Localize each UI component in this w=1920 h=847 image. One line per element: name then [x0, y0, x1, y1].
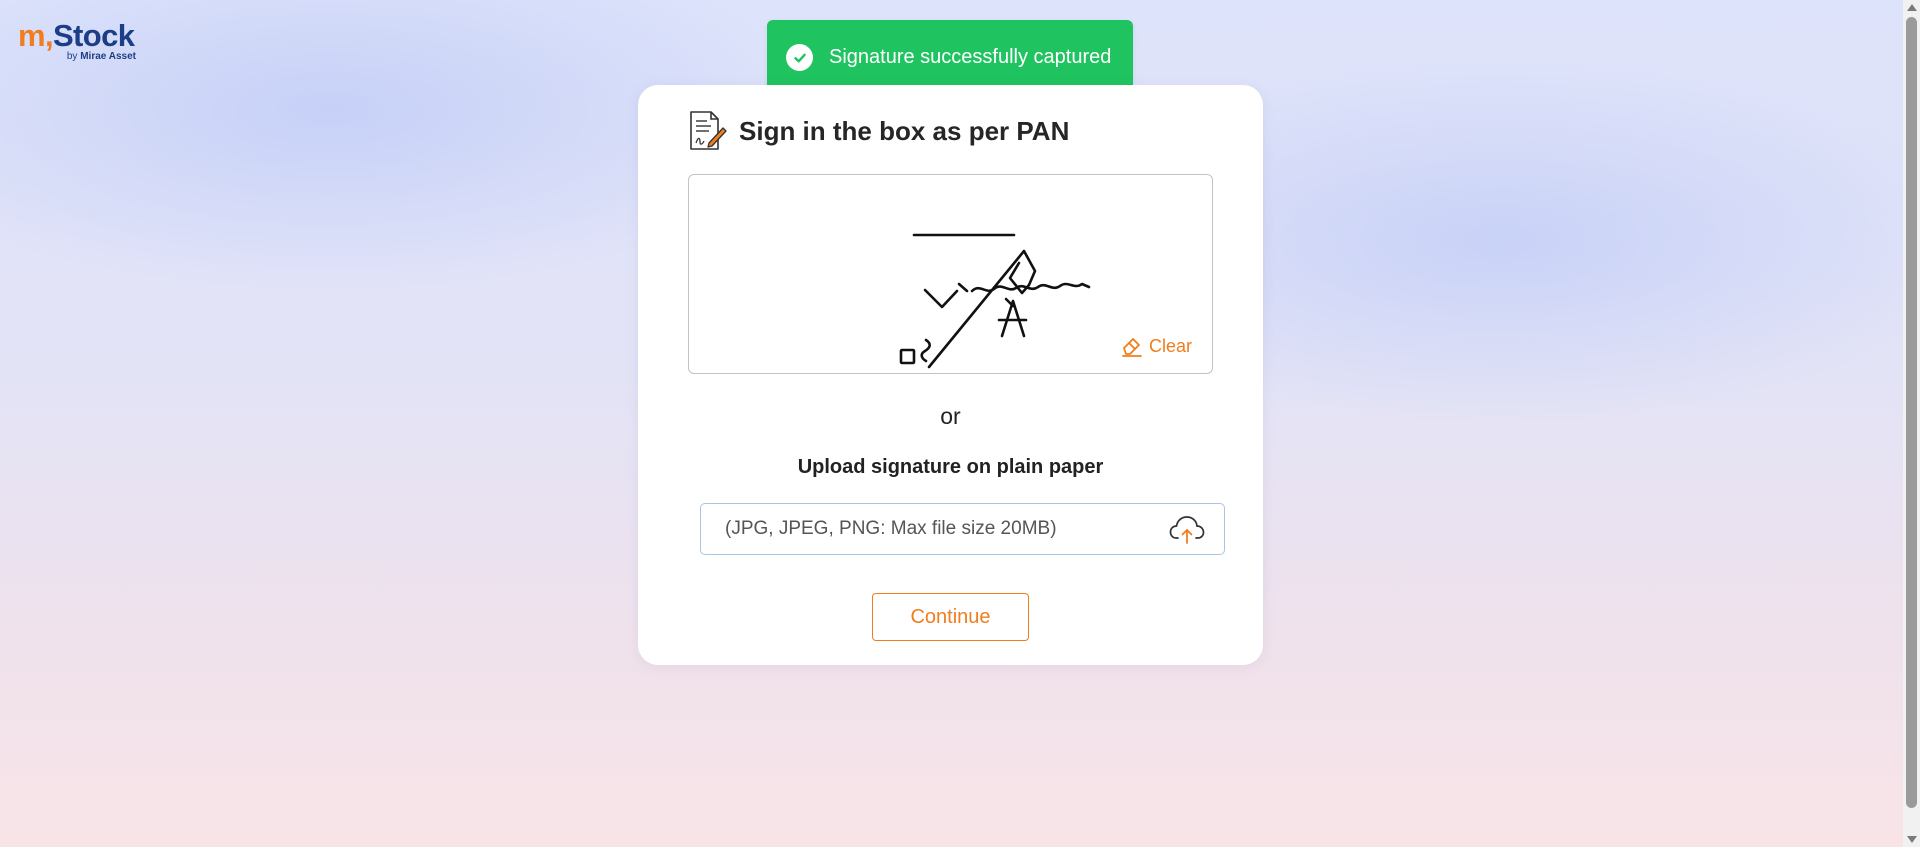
logo-prefix: m	[18, 18, 46, 53]
clear-button[interactable]: Clear	[1121, 335, 1192, 357]
signature-card: Sign in the box as per PAN Clear or Uplo…	[638, 85, 1263, 665]
document-pen-icon	[687, 110, 727, 152]
mstock-logo: m,Stock by Mirae Asset	[18, 20, 142, 64]
logo-subtitle: by Mirae Asset	[67, 51, 136, 62]
upload-title: Upload signature on plain paper	[797, 456, 1104, 478]
clear-label: Clear	[1149, 335, 1193, 356]
upload-signature-input[interactable]: (JPG, JPEG, PNG: Max file size 20MB)	[700, 503, 1225, 555]
check-circle-icon	[786, 44, 813, 71]
continue-button[interactable]: Continue	[872, 593, 1029, 641]
logo-comma: ,	[44, 18, 54, 53]
eraser-icon	[1122, 338, 1142, 357]
scroll-down-arrow-icon[interactable]	[1907, 836, 1917, 843]
success-toast: Signature successfully captured	[767, 20, 1133, 95]
logo-brand-name: Stock	[52, 18, 135, 53]
signature-pad[interactable]: Clear	[688, 174, 1213, 374]
card-header: Sign in the box as per PAN	[687, 110, 1069, 152]
vertical-scrollbar[interactable]	[1903, 0, 1920, 847]
scroll-up-arrow-icon[interactable]	[1907, 4, 1917, 11]
card-title: Sign in the box as per PAN	[739, 115, 1070, 146]
logo-company: Mirae Asset	[80, 51, 136, 62]
cloud-upload-icon[interactable]	[1169, 514, 1205, 551]
logo-by: by	[66, 51, 78, 62]
scrollbar-thumb[interactable]	[1906, 17, 1917, 808]
logo-wordmark: m,Stock	[18, 20, 142, 52]
upload-placeholder: (JPG, JPEG, PNG: Max file size 20MB)	[725, 518, 1057, 539]
toast-message: Signature successfully captured	[829, 46, 1112, 68]
or-separator: or	[940, 403, 961, 429]
